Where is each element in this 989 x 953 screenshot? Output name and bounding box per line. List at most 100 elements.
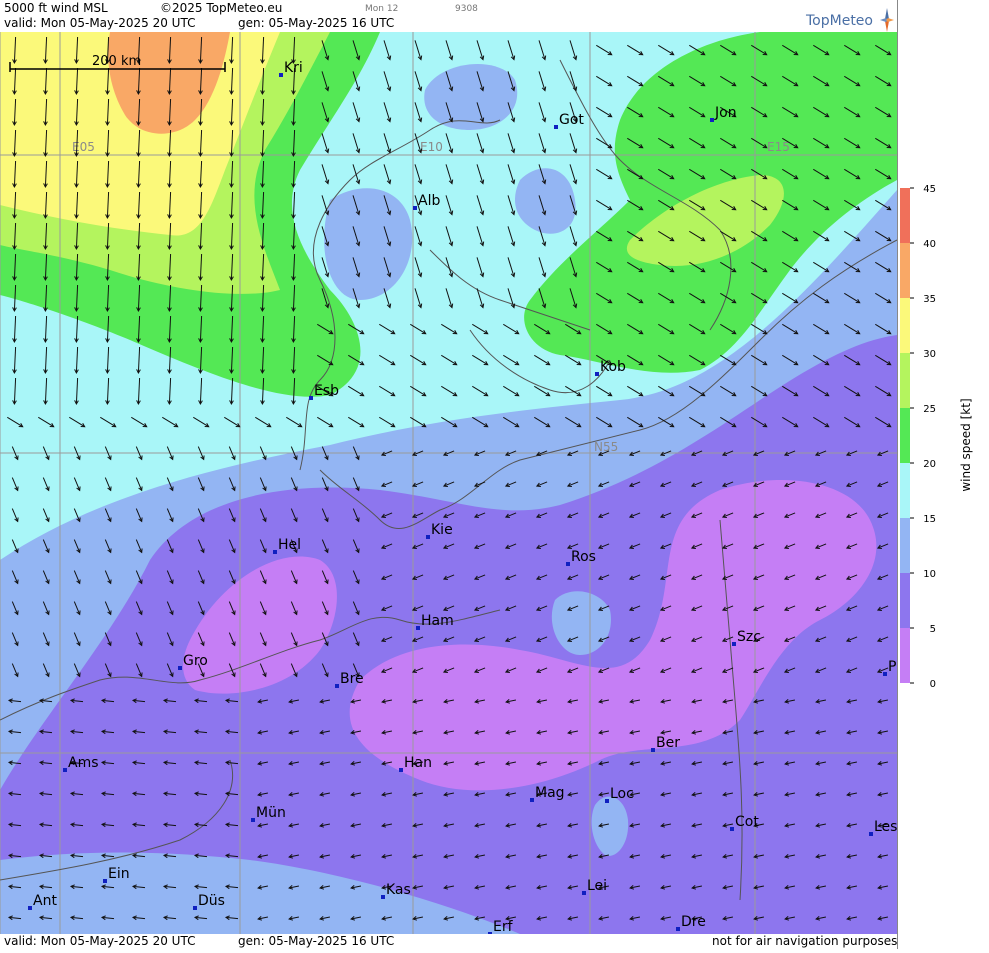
- city-marker: [732, 642, 736, 646]
- city-label: Kri: [284, 60, 303, 76]
- city-marker: [413, 206, 417, 210]
- disclaimer: not for air navigation purposes: [712, 934, 898, 948]
- legend-tick-label: 25: [923, 404, 936, 415]
- city-marker: [730, 827, 734, 831]
- wind-map[interactable]: E05 E10 E15 N55 200 km Kri Got Jon Alb Kob Es…: [0, 32, 897, 934]
- city-ant: Ant: [28, 893, 57, 910]
- legend-band-15-20: [900, 463, 910, 518]
- city-loc: Loc: [605, 786, 634, 803]
- legend-tick-label: 20: [923, 459, 936, 470]
- city-label: Ros: [571, 549, 596, 565]
- grid-label-e10: E10: [420, 140, 443, 154]
- city-label: Les: [874, 819, 897, 835]
- city-label: Kie: [431, 522, 453, 538]
- city-marker: [178, 666, 182, 670]
- city-marker: [309, 396, 313, 400]
- city-ams: Ams: [63, 755, 99, 772]
- run-code: 9308: [455, 4, 478, 14]
- wind-speed-legend: 0 5 10 15 20 25 30 35 40 45 wind speed [kt]: [897, 0, 989, 949]
- city-label: Esb: [314, 383, 339, 399]
- legend-tick-label: 5: [930, 624, 936, 635]
- legend-tick-label: 15: [923, 514, 936, 525]
- city-hel: Hel: [273, 537, 301, 554]
- city-ros: Ros: [566, 549, 596, 566]
- city-ham: Ham: [416, 613, 454, 630]
- day-code: Mon 12: [365, 4, 399, 14]
- city-label: Ber: [656, 735, 680, 751]
- city-marker: [416, 626, 420, 630]
- legend-band-0-5: [900, 628, 910, 683]
- city-label: Gro: [183, 653, 208, 669]
- city-marker: [273, 550, 277, 554]
- city-marker: [426, 535, 430, 539]
- city-marker: [554, 125, 558, 129]
- city-han: Han: [399, 755, 432, 772]
- copyright: ©2025 TopMeteo.eu: [160, 1, 283, 15]
- grid-label-e15: E15: [767, 140, 790, 154]
- legend-band-35-40: [900, 243, 910, 298]
- city-marker: [193, 906, 197, 910]
- city-label: Kob: [600, 359, 626, 375]
- topmeteo-logo[interactable]: TopMeteo: [806, 8, 896, 32]
- legend-tick-label: 30: [923, 349, 936, 360]
- city-marker: [651, 748, 655, 752]
- legend-band-25-30: [900, 353, 910, 408]
- city-esb: Esb: [309, 383, 339, 400]
- city-label: Mün: [256, 805, 286, 821]
- gen-time: gen: 05-May-2025 16 UTC: [238, 16, 395, 30]
- city-düs: Düs: [193, 893, 225, 910]
- city-label: Loc: [610, 786, 634, 802]
- city-les: Les: [869, 819, 897, 836]
- scale-bar-label: 200 km: [92, 54, 141, 69]
- city-label: Ham: [421, 613, 454, 629]
- city-marker: [710, 118, 714, 122]
- legend-colorbar: 0 5 10 15 20 25 30 35 40 45 wind speed [kt]: [900, 184, 973, 690]
- city-marker: [869, 832, 873, 836]
- city-szc: Szc: [732, 629, 761, 646]
- city-kob: Kob: [595, 359, 626, 376]
- city-label: Düs: [198, 893, 225, 909]
- city-mün: Mün: [251, 805, 286, 822]
- logo-text: TopMeteo: [806, 13, 873, 29]
- city-dre: Dre: [676, 914, 706, 931]
- city-marker: [566, 562, 570, 566]
- city-label: Szc: [737, 629, 761, 645]
- map-footer: valid: Mon 05-May-2025 20 UTC gen: 05-Ma…: [0, 934, 897, 949]
- legend-axis-label: wind speed [kt]: [959, 398, 973, 491]
- product-title: 5000 ft wind MSL: [4, 1, 108, 15]
- legend-tick-label: 45: [923, 184, 936, 195]
- legend-band-30-35: [900, 298, 910, 353]
- city-marker: [279, 73, 283, 77]
- city-got: Got: [554, 112, 584, 129]
- city-marker: [530, 798, 534, 802]
- legend-tick-label: 10: [923, 569, 936, 580]
- city-label: Hel: [278, 537, 301, 553]
- city-cot: Cot: [730, 814, 759, 831]
- city-label: Got: [559, 112, 584, 128]
- city-kas: Kas: [381, 882, 411, 899]
- city-label: Kas: [386, 882, 411, 898]
- legend-band-5-10: [900, 573, 910, 628]
- city-label: Bre: [340, 671, 364, 687]
- city-marker: [676, 927, 680, 931]
- city-label: P: [888, 659, 896, 675]
- city-label: Mag: [535, 785, 565, 801]
- city-bre: Bre: [335, 671, 364, 688]
- city-marker: [399, 768, 403, 772]
- city-label: Ein: [108, 866, 130, 882]
- legend-tick-label: 35: [923, 294, 936, 305]
- city-gro: Gro: [178, 653, 208, 670]
- compass-star-icon: [880, 8, 894, 32]
- city-label: Jon: [714, 105, 737, 121]
- wind-map-canvas: E05 E10 E15 N55 200 km KriGot JonAlbKobEs…: [0, 32, 897, 934]
- city-marker: [63, 768, 67, 772]
- legend-tick-label: 40: [923, 239, 936, 250]
- legend-tick-label: 0: [930, 679, 936, 690]
- city-alb: Alb: [413, 193, 440, 210]
- city-marker: [251, 818, 255, 822]
- grid-label-e05: E05: [72, 140, 95, 154]
- city-marker: [381, 895, 385, 899]
- city-marker: [595, 372, 599, 376]
- footer-gen-time: gen: 05-May-2025 16 UTC: [238, 934, 395, 948]
- map-header: 5000 ft wind MSL ©2025 TopMeteo.eu Mon 1…: [0, 0, 897, 32]
